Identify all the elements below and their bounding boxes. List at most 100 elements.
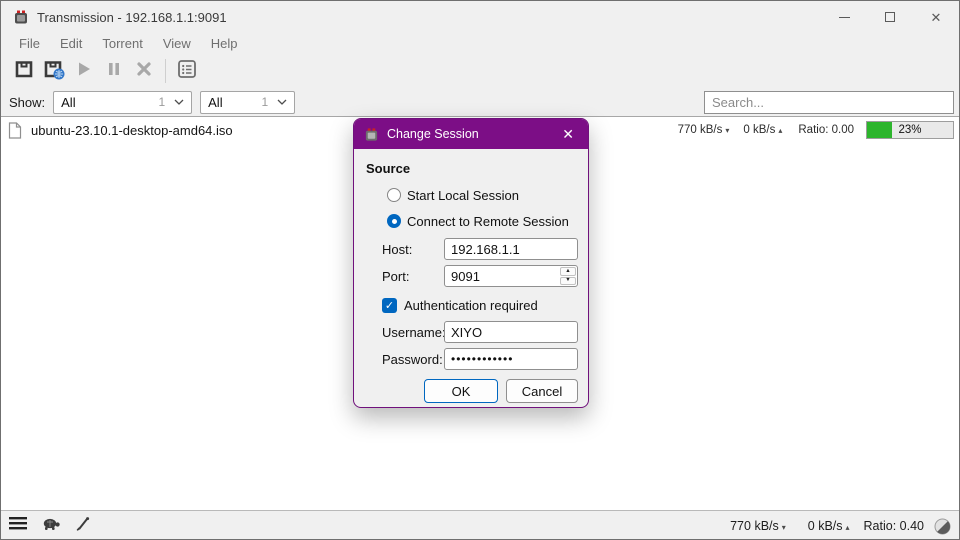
menu-view[interactable]: View [153, 33, 201, 54]
authentication-required-checkbox-row[interactable]: ✓ Authentication required [382, 297, 578, 313]
options-menu-button[interactable] [9, 517, 27, 535]
open-torrent-options-icon [42, 58, 66, 85]
start-torrent-icon [75, 60, 93, 83]
pause-torrent-button[interactable] [99, 57, 129, 85]
torrent-progress-bar: 23% [866, 121, 954, 139]
host-input[interactable] [444, 238, 578, 260]
status-filter-count: 1 [158, 95, 165, 109]
dialog-buttons: OK Cancel [366, 379, 578, 403]
upload-arrow-icon: ▴ [846, 523, 850, 532]
password-input[interactable] [444, 348, 578, 370]
radio-local-label: Start Local Session [407, 188, 519, 203]
ok-button[interactable]: OK [424, 379, 498, 403]
maximize-icon [885, 12, 895, 22]
pause-torrent-icon [106, 61, 122, 82]
ratio-brush-icon [75, 516, 91, 537]
host-label: Host: [382, 242, 444, 257]
host-row: Host: [382, 238, 578, 260]
torrent-ratio: Ratio: 0.00 [798, 124, 854, 136]
close-icon: ✕ [562, 126, 574, 142]
status-filter-value: All [61, 95, 75, 110]
torrent-stats: 770 kB/s ▾ 0 kB/s ▴ Ratio: 0.00 23% [678, 121, 954, 139]
radio-remote-label: Connect to Remote Session [407, 214, 569, 229]
title-bar[interactable]: Transmission - 192.168.1.1:9091 ✕ [1, 1, 959, 33]
port-row: Port: ▲ ▼ [382, 265, 578, 287]
tracker-filter-count: 1 [261, 95, 268, 109]
radio-checked-icon[interactable] [387, 214, 401, 228]
close-button[interactable]: ✕ [913, 1, 959, 33]
progress-percent: 23% [867, 122, 953, 138]
username-label: Username: [382, 325, 444, 340]
turtle-speed-limit-icon [41, 517, 61, 536]
download-arrow-icon: ▾ [782, 523, 786, 532]
torrent-download-speed: 770 kB/s [678, 124, 723, 136]
torrent-name: ubuntu-23.10.1-desktop-amd64.iso [31, 123, 233, 138]
tracker-filter-dropdown[interactable]: All 1 [200, 91, 295, 114]
password-label: Password: [382, 352, 444, 367]
menu-bar: File Edit Torrent View Help [1, 33, 959, 54]
transmission-logo-icon [364, 127, 379, 142]
auth-label: Authentication required [404, 298, 538, 313]
torrent-properties-icon [176, 58, 198, 85]
open-torrent-icon [13, 58, 35, 85]
maximize-button[interactable] [867, 1, 913, 33]
spin-up-button[interactable]: ▲ [560, 267, 576, 276]
dialog-close-button[interactable]: ✕ [558, 125, 578, 143]
minimize-icon [839, 17, 850, 18]
tracker-filter-value: All [208, 95, 222, 110]
chevron-down-icon [277, 99, 287, 105]
transmission-logo-icon [13, 9, 29, 25]
change-session-dialog: Change Session ✕ Source Start Local Sess… [353, 118, 589, 408]
username-row: Username: [382, 321, 578, 343]
spin-down-button[interactable]: ▼ [560, 277, 576, 286]
show-label: Show: [9, 95, 45, 110]
torrent-properties-button[interactable] [172, 57, 202, 85]
source-heading: Source [366, 161, 578, 176]
close-icon: ✕ [931, 11, 942, 24]
radio-unchecked-icon[interactable] [387, 188, 401, 202]
cancel-button[interactable]: Cancel [506, 379, 578, 403]
menu-torrent[interactable]: Torrent [92, 33, 152, 54]
username-input[interactable] [444, 321, 578, 343]
search-input[interactable] [704, 91, 954, 114]
transmission-window: Transmission - 192.168.1.1:9091 ✕ File E… [0, 0, 960, 540]
dialog-body: Source Start Local Session Connect to Re… [354, 149, 588, 403]
start-torrent-button[interactable] [69, 57, 99, 85]
remove-torrent-button[interactable] [129, 57, 159, 85]
open-torrent-button[interactable] [9, 57, 39, 85]
status-filter-dropdown[interactable]: All 1 [53, 91, 192, 114]
torrent-upload-speed: 0 kB/s [743, 124, 775, 136]
status-bar: 770 kB/s ▾ 0 kB/s ▴ Ratio: 0.40 [1, 510, 959, 540]
window-controls: ✕ [821, 1, 959, 33]
port-label: Port: [382, 269, 444, 284]
window-title: Transmission - 192.168.1.1:9091 [37, 10, 227, 25]
file-icon [8, 122, 22, 139]
menu-help[interactable]: Help [201, 33, 248, 54]
toolbar [1, 54, 959, 88]
radio-start-local-session[interactable]: Start Local Session [387, 187, 578, 203]
radio-connect-remote-session[interactable]: Connect to Remote Session [387, 213, 578, 229]
alt-speed-toggle-button[interactable] [41, 517, 61, 536]
checkbox-checked-icon[interactable]: ✓ [382, 298, 397, 313]
chevron-down-icon [174, 99, 184, 105]
dialog-title: Change Session [387, 127, 479, 141]
status-totals: 770 kB/s ▾ 0 kB/s ▴ Ratio: 0.40 [730, 518, 951, 535]
remove-torrent-icon [136, 61, 152, 82]
total-ratio: Ratio: 0.40 [864, 519, 924, 533]
menu-file[interactable]: File [9, 33, 50, 54]
download-arrow-icon: ▾ [725, 126, 729, 135]
hamburger-menu-icon [9, 517, 27, 535]
open-torrent-options-button[interactable] [39, 57, 69, 85]
port-spinner: ▲ ▼ [560, 267, 576, 285]
upload-arrow-icon: ▴ [778, 126, 782, 135]
ratio-mode-button[interactable] [75, 516, 91, 537]
torrent-list: ubuntu-23.10.1-desktop-amd64.iso 770 kB/… [1, 117, 959, 510]
total-download-speed: 770 kB/s [730, 519, 779, 533]
dialog-title-bar[interactable]: Change Session ✕ [354, 119, 588, 149]
toolbar-separator [165, 59, 166, 83]
pie-stats-icon [934, 518, 951, 535]
minimize-button[interactable] [821, 1, 867, 33]
menu-edit[interactable]: Edit [50, 33, 92, 54]
port-input[interactable] [444, 265, 578, 287]
spin-down-icon: ▼ [565, 278, 570, 284]
